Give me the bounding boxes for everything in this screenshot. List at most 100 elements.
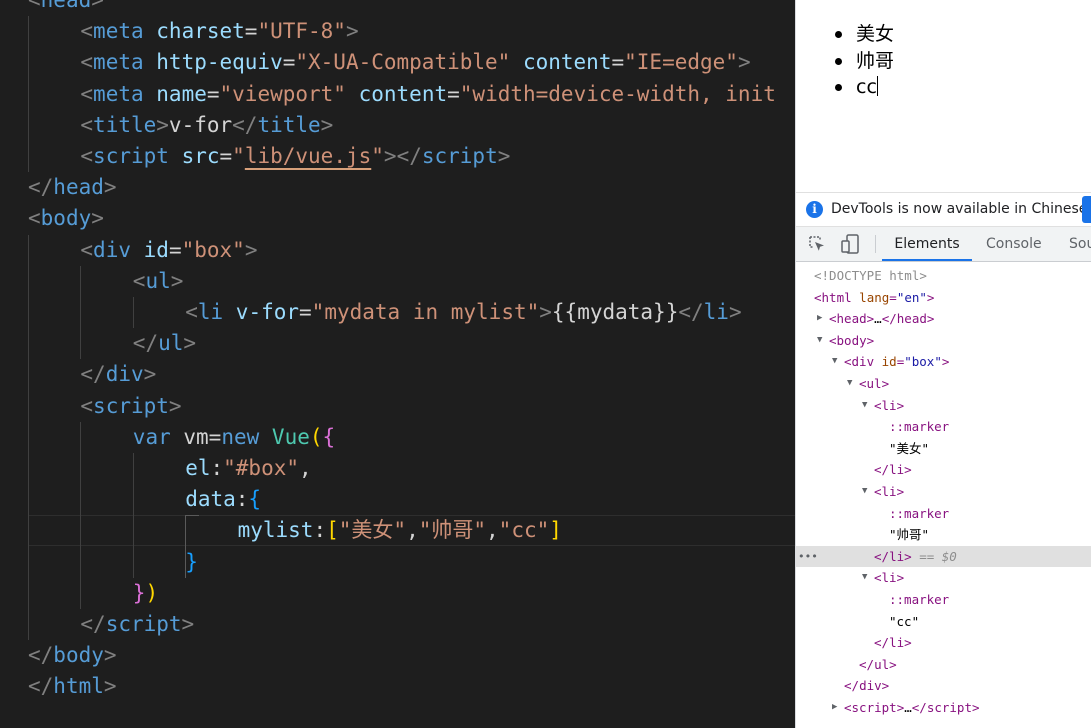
code-token: : [210,456,224,480]
code-line: </ul> [133,328,196,359]
tag-name: li [889,548,905,564]
dom-node[interactable]: ▼ <body> [796,330,1091,352]
dom-node[interactable]: ▼ <li> [796,395,1091,417]
dom-node[interactable]: ▼ <ul> [796,373,1091,395]
code-line: </body> [28,640,117,671]
code-token: "cc" [498,518,550,543]
tag-bracket: > [896,397,905,413]
dom-node[interactable]: ▼ <li> [796,481,1091,503]
dom-node[interactable]: "帅哥" [796,524,1091,546]
expand-triangle-icon[interactable]: ▶ [832,697,837,719]
dom-node[interactable]: <!DOCTYPE html> [796,265,1091,287]
code-token: el [185,456,211,480]
dom-node[interactable]: </li> [796,459,1091,481]
tab-sources[interactable]: Sou [1069,227,1091,261]
code-token: < [80,19,94,44]
code-line: <li v-for="mydata in mylist">{{mydata}}<… [185,297,741,328]
code-token: name [156,81,207,106]
dom-node[interactable]: "cc" [796,611,1091,633]
code-line: </html> [28,671,117,702]
tag-name: div [851,354,875,370]
code-editor[interactable]: <head> <meta charset="UTF-8"> <meta http-e… [0,0,795,728]
code-line: <div id="box"> [80,235,257,266]
dom-node[interactable]: ::marker [796,416,1091,438]
collapsed-ellipsis: … [874,311,882,327]
dom-node[interactable]: </li> [796,632,1091,654]
collapse-triangle-icon[interactable]: ▼ [862,567,867,589]
tag-bracket: < [874,570,882,586]
dom-node[interactable]: <html lang="en"> [796,287,1091,309]
device-toolbar-icon[interactable] [841,234,859,254]
indent-guide [80,421,82,609]
code-token: div [93,237,131,262]
text-node: "cc" [889,613,920,629]
code-token: div [105,362,144,387]
collapse-triangle-icon[interactable]: ▼ [862,481,867,503]
code-line: <meta name="viewport" content="width=dev… [80,79,775,110]
tag-bracket: > [904,635,912,651]
code-token: script [421,144,498,168]
code-token: ( [309,424,323,449]
dom-node-content: </div> [844,675,889,697]
code-token: src [181,144,220,168]
dom-node[interactable]: </ul> [796,654,1091,676]
browser-panel: 美女 帅哥 cc i DevTools is now available in Ch… [795,0,1091,728]
dom-node-content: ::marker [889,416,949,438]
dom-node[interactable]: ::marker [796,503,1091,525]
tag-bracket: > [926,289,935,305]
dom-node-content: ::marker [889,589,949,611]
info-icon: i [806,201,823,218]
code-token: = [206,81,220,106]
code-token: v-for [168,112,233,137]
tab-elements[interactable]: Elements [882,227,972,261]
tag-bracket: < [859,376,867,391]
tag-name: head [836,311,867,327]
collapse-triangle-icon[interactable]: ▼ [862,395,867,417]
indent-guide [132,297,134,329]
dom-node[interactable]: "美女" [796,438,1091,460]
code-token: > [156,112,169,137]
bullet-icon [835,57,842,65]
code-token: content [358,81,448,106]
dom-node[interactable]: ▶ <head>…</head> [796,308,1091,330]
collapse-triangle-icon[interactable]: ▼ [817,330,822,352]
code-token: "width=device-width, init [459,81,776,106]
attr-eq: = [889,289,897,305]
code-token: , [406,518,419,543]
dom-node[interactable]: ▼ <div id="box"> [796,351,1091,373]
more-options-icon[interactable]: ••• [798,546,818,568]
code-token: head [40,0,92,12]
tag-name: script [926,700,972,715]
tag-bracket: < [844,700,852,715]
dom-node[interactable]: ::marker [796,589,1091,611]
code-token: new [221,424,260,449]
code-token: < [80,50,94,75]
code-line: data:{ [185,484,261,515]
code-token: body [40,206,92,231]
collapse-triangle-icon[interactable]: ▼ [847,373,852,395]
code-line: </div> [80,359,156,390]
tag-bracket: < [844,354,852,370]
tag-bracket: < [874,397,882,413]
dom-node-selected[interactable]: ••• </li> == $0 [796,545,1091,568]
tab-separator [875,235,876,253]
inspect-element-icon[interactable] [808,235,826,253]
tag-name: ul [874,656,890,672]
code-token: data [185,487,236,512]
code-token: script [93,393,169,418]
dom-node[interactable]: ▼ <li> [796,567,1091,589]
tag-name: li [889,635,905,651]
dom-node[interactable]: </div> [796,675,1091,697]
expand-triangle-icon[interactable]: ▶ [817,308,822,330]
tag-name: body [836,332,867,348]
dom-node[interactable]: ▶ <script>…</script> [796,697,1091,719]
infobar-action-button[interactable] [1082,196,1091,223]
tag-name: ul [866,376,882,391]
code-line: </head> [28,172,117,203]
dom-node-content: <body> [829,330,874,352]
code-token: "帅哥" [418,518,487,543]
tab-console[interactable]: Console [986,227,1042,261]
collapse-triangle-icon[interactable]: ▼ [832,351,837,373]
code-token: = [299,300,312,324]
